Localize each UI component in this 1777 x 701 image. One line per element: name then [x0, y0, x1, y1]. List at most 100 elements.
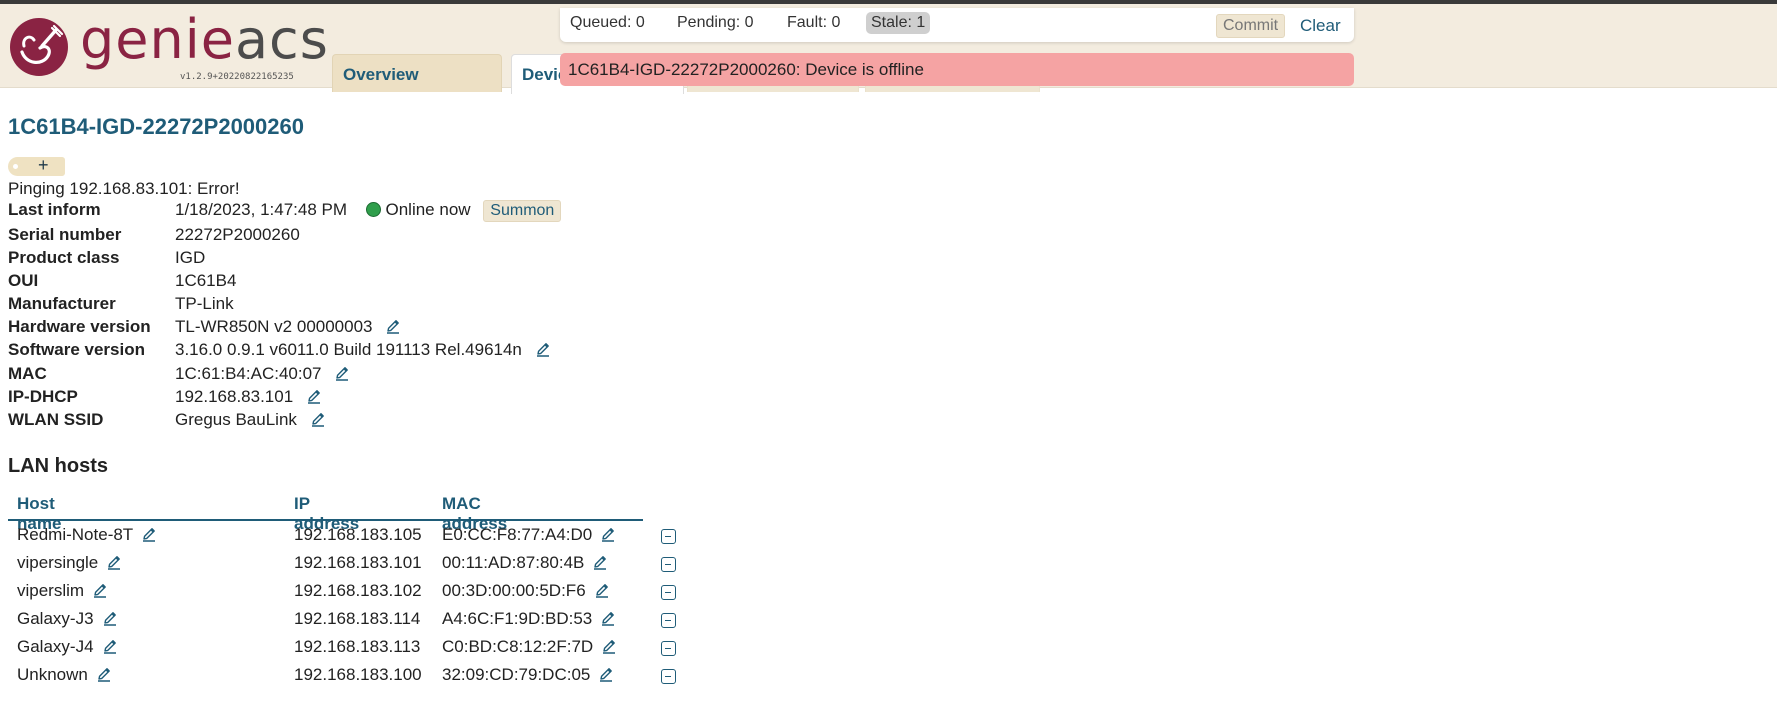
field-value: Gregus BauLink — [175, 410, 326, 430]
commit-button[interactable]: Commit — [1216, 14, 1286, 38]
add-tag-button[interactable]: + — [8, 155, 65, 176]
pencil-icon[interactable] — [385, 318, 401, 334]
minus-square-icon[interactable] — [661, 641, 676, 656]
host-name-cell: viperslim — [17, 581, 108, 601]
host-name-cell: Galaxy-J4 — [17, 637, 118, 657]
pencil-icon[interactable] — [535, 341, 551, 357]
pencil-icon[interactable] — [310, 411, 326, 427]
minus-square-icon[interactable] — [661, 613, 676, 628]
minus-square-icon[interactable] — [661, 557, 676, 572]
device-title: 1C61B4-IGD-22272P2000260 — [8, 114, 304, 139]
minus-square-icon[interactable] — [661, 669, 676, 684]
field-label: OUI — [8, 271, 39, 290]
field-value: 22272P2000260 — [175, 225, 300, 244]
field-label: Software version — [8, 340, 145, 359]
summon-button[interactable]: Summon — [483, 200, 562, 222]
hardware-version-value: TL-WR850N v2 00000003 — [175, 317, 373, 336]
mac-address: 32:09:CD:79:DC:05 — [442, 665, 591, 684]
table-header-divider — [8, 519, 643, 521]
host-name-cell: Galaxy-J3 — [17, 609, 118, 629]
pencil-icon[interactable] — [92, 582, 108, 598]
field-label: Last inform — [8, 200, 101, 219]
queued-count: Queued: 0 — [570, 14, 645, 31]
tag-hole-icon — [13, 164, 18, 169]
logo-wordmark-acs: acs — [234, 8, 329, 71]
ip-address-cell: 192.168.183.100 — [294, 665, 422, 684]
pencil-icon[interactable] — [601, 638, 617, 654]
mac-address-cell: 00:3D:00:00:5D:F6 — [442, 581, 610, 601]
app-version: v1.2.9+20220822165235 — [180, 72, 294, 82]
field-value: IGD — [175, 248, 206, 267]
online-dot-icon — [365, 202, 381, 217]
ip-address-cell: 192.168.183.114 — [294, 609, 421, 628]
pencil-icon[interactable] — [600, 526, 616, 542]
lan-hosts-title: LAN hosts — [8, 455, 108, 477]
tab-overview[interactable]: Overview — [332, 54, 502, 92]
pencil-icon[interactable] — [141, 526, 157, 542]
host-name: Unknown — [17, 665, 88, 684]
field-value: 192.168.83.101 — [175, 387, 322, 407]
offline-notification[interactable]: 1C61B4-IGD-22272P2000260: Device is offl… — [560, 53, 1354, 86]
field-label: Manufacturer — [8, 294, 116, 313]
field-label: MAC — [8, 364, 47, 383]
stale-count-badge[interactable]: Stale: 1 — [866, 12, 931, 34]
pencil-icon[interactable] — [594, 582, 610, 598]
ip-address-cell: 192.168.183.105 — [294, 525, 422, 544]
mac-address: E0:CC:F8:77:A4:D0 — [442, 525, 593, 544]
pencil-icon[interactable] — [102, 638, 118, 654]
host-name: Galaxy-J3 — [17, 609, 94, 628]
mac-address-cell: 32:09:CD:79:DC:05 — [442, 665, 614, 685]
host-name-cell: Unknown — [17, 665, 112, 685]
pencil-icon[interactable] — [334, 365, 350, 381]
task-queue-panel: Queued: 0 Pending: 0 Fault: 0 Stale: 1 C… — [560, 8, 1354, 42]
fault-count: Fault: 0 — [787, 14, 841, 31]
pencil-icon[interactable] — [102, 610, 118, 626]
field-label: Serial number — [8, 225, 122, 244]
field-value: 1/18/2023, 1:47:48 PM Online now Summon — [175, 200, 562, 222]
logo-wordmark: genieacs — [80, 10, 329, 70]
ip-address-cell: 192.168.183.102 — [294, 581, 422, 600]
pencil-icon[interactable] — [106, 554, 122, 570]
mac-address: C0:BD:C8:12:2F:7D — [442, 637, 594, 656]
host-name: Redmi-Note-8T — [17, 525, 134, 544]
clear-link[interactable]: Clear — [1300, 16, 1341, 36]
mac-address-cell: 00:11:AD:87:80:4B — [442, 553, 608, 573]
pencil-icon[interactable] — [592, 554, 608, 570]
field-label: Product class — [8, 248, 120, 267]
pencil-icon[interactable] — [600, 610, 616, 626]
field-value: TP-Link — [175, 294, 234, 313]
field-value: 3.16.0 0.9.1 v6011.0 Build 191113 Rel.49… — [175, 340, 551, 360]
genieacs-logo-icon — [10, 18, 68, 76]
ping-status: Pinging 192.168.83.101: Error! — [8, 179, 240, 198]
pencil-icon[interactable] — [598, 666, 614, 682]
host-name: vipersingle — [17, 553, 99, 572]
genieacs-logo[interactable]: genieacs v1.2.9+20220822165235 — [8, 10, 328, 86]
pencil-icon[interactable] — [306, 388, 322, 404]
mac-address-cell: C0:BD:C8:12:2F:7D — [442, 637, 617, 657]
mac-address-cell: E0:CC:F8:77:A4:D0 — [442, 525, 616, 545]
pending-count: Pending: 0 — [677, 14, 754, 31]
host-name-cell: vipersingle — [17, 553, 122, 573]
field-label: WLAN SSID — [8, 410, 104, 429]
field-value: TL-WR850N v2 00000003 — [175, 317, 401, 337]
software-version-value: 3.16.0 0.9.1 v6011.0 Build 191113 Rel.49… — [175, 340, 522, 359]
field-value: 1C:61:B4:AC:40:07 — [175, 364, 350, 384]
mac-value: 1C:61:B4:AC:40:07 — [175, 364, 322, 383]
minus-square-icon[interactable] — [661, 529, 676, 544]
mac-address: A4:6C:F1:9D:BD:53 — [442, 609, 593, 628]
wlan-ssid-value: Gregus BauLink — [175, 410, 297, 429]
mac-address: 00:11:AD:87:80:4B — [442, 553, 585, 572]
minus-square-icon[interactable] — [661, 585, 676, 600]
ip-address-cell: 192.168.183.113 — [294, 637, 421, 656]
ip-address-cell: 192.168.183.101 — [294, 553, 422, 572]
field-label: IP-DHCP — [8, 387, 78, 406]
field-value: 1C61B4 — [175, 271, 237, 290]
last-inform-value: 1/18/2023, 1:47:48 PM — [175, 200, 348, 219]
mac-address-cell: A4:6C:F1:9D:BD:53 — [442, 609, 616, 629]
pencil-icon[interactable] — [96, 666, 112, 682]
host-name-cell: Redmi-Note-8T — [17, 525, 157, 545]
field-label: Hardware version — [8, 317, 151, 336]
logo-wordmark-genie: genie — [80, 8, 235, 71]
mac-address: 00:3D:00:00:5D:F6 — [442, 581, 586, 600]
ip-dhcp-value: 192.168.83.101 — [175, 387, 294, 406]
